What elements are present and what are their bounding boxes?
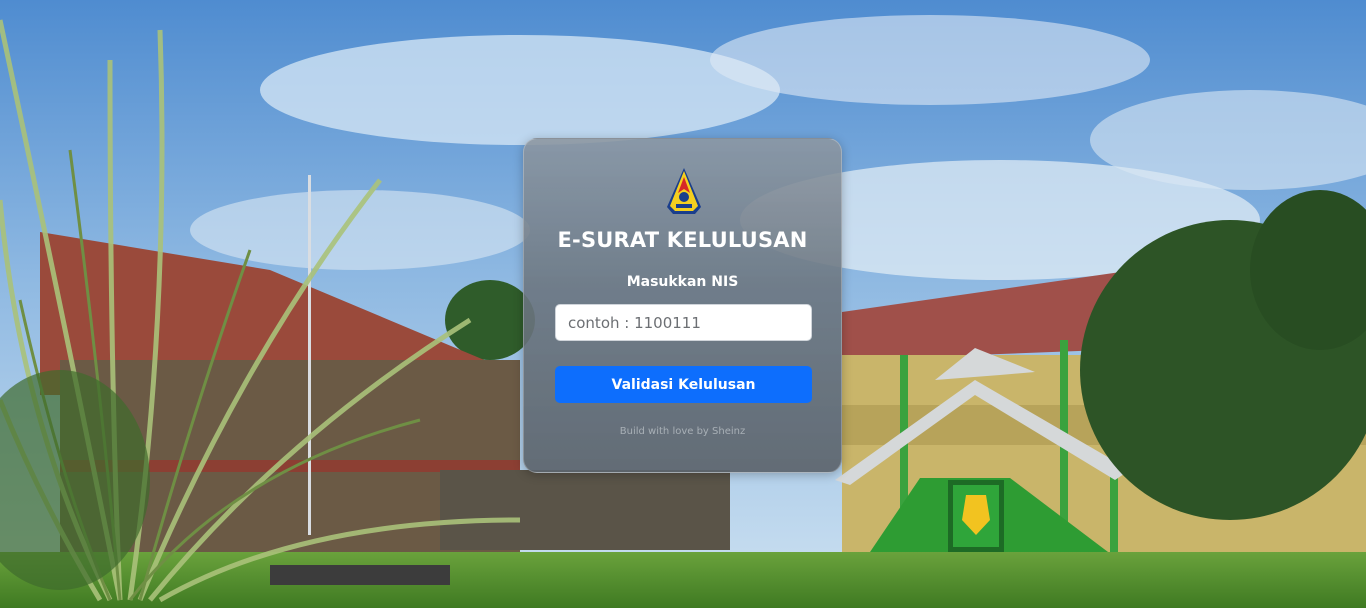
school-emblem-icon	[665, 167, 703, 217]
login-card: E-SURAT KELULUSAN Masukkan NIS Validasi …	[523, 138, 842, 473]
page-title: E-SURAT KELULUSAN	[557, 228, 808, 252]
nis-label: Masukkan NIS	[626, 274, 739, 290]
nis-input[interactable]	[555, 304, 812, 341]
footer-credit: Build with love by Sheinz	[619, 426, 746, 437]
validate-graduation-button[interactable]: Validasi Kelulusan	[555, 366, 812, 403]
